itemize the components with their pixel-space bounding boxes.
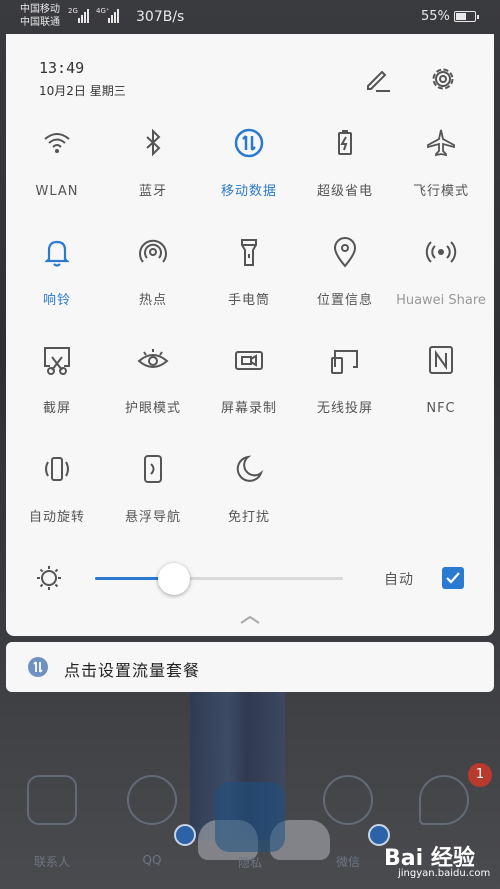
battery-percent: 55% <box>421 9 450 24</box>
huawei-share-icon <box>425 241 457 263</box>
notification-text: 点击设置流量套餐 <box>64 661 201 680</box>
eye-icon <box>137 349 169 368</box>
tile-screen-record[interactable]: 屏幕录制 <box>201 343 297 419</box>
messages-app-icon <box>419 775 469 825</box>
network-type: 2G <box>68 7 78 15</box>
brightness-slider-thumb[interactable] <box>158 563 191 595</box>
carrier-names: 中国移动 中国联通 <box>20 3 60 29</box>
battery-icon <box>454 11 479 22</box>
tile-label: 蓝牙 <box>138 184 167 199</box>
tile-label: 护眼模式 <box>124 401 181 416</box>
mobile-data-icon <box>28 657 48 677</box>
notification-badge: 1 <box>468 763 492 787</box>
battery-saver-icon <box>338 130 352 155</box>
check-icon <box>446 572 460 584</box>
data-plan-notification[interactable]: 点击设置流量套餐 <box>6 642 494 692</box>
tile-huawei-share[interactable]: Huawei Share <box>393 235 489 311</box>
dock-label: 微信 <box>335 855 360 869</box>
tile-label: 移动数据 <box>220 184 277 199</box>
clock-date: 10月2日 星期三 <box>39 84 126 98</box>
tile-nfc[interactable]: NFC <box>393 343 489 419</box>
signal-icon <box>78 9 89 23</box>
tile-battery-saver[interactable]: 超级省电 <box>297 126 393 202</box>
gear-icon[interactable] <box>428 64 458 94</box>
tile-label: 位置信息 <box>316 293 373 308</box>
auto-brightness-label: 自动 <box>384 572 414 588</box>
tile-label: NFC <box>426 401 456 416</box>
hotspot-icon <box>139 239 167 263</box>
network-type-1: 2G <box>68 7 78 15</box>
tile-bluetooth[interactable]: 蓝牙 <box>105 126 201 202</box>
tile-label: 响铃 <box>42 293 71 308</box>
dock-private[interactable]: 隐私 <box>220 826 280 871</box>
mobile-data-icon <box>234 128 264 158</box>
tile-label: 飞行模式 <box>412 184 469 199</box>
tile-do-not-disturb[interactable]: 免打扰 <box>201 452 297 528</box>
tile-floating-nav[interactable]: 悬浮导航 <box>105 452 201 528</box>
tile-label: Huawei Share <box>396 293 486 308</box>
dock-contacts[interactable]: 联系人 <box>22 775 82 870</box>
bell-icon <box>44 240 70 267</box>
brightness-icon <box>37 566 61 590</box>
dock-label: 隐私 <box>237 856 262 870</box>
tile-label: 无线投屏 <box>316 401 373 416</box>
status-bar: 中国移动 中国联通 2G 4G⁺ 307B/s 55% <box>0 0 500 34</box>
tile-label: WLAN <box>35 184 79 199</box>
tile-label: 悬浮导航 <box>124 510 181 525</box>
carrier-1: 中国移动 <box>20 4 60 15</box>
tile-mobile-data[interactable]: 移动数据 <box>201 126 297 202</box>
dock-wechat[interactable]: 微信 <box>318 775 378 870</box>
tile-auto-rotate[interactable]: 自动旋转 <box>9 452 105 528</box>
nfc-icon <box>429 346 453 374</box>
quick-settings-panel: 13:49 10月2日 星期三 WLAN 蓝牙 移动数据 超级省电 飞行模式 响… <box>6 34 494 636</box>
network-speed: 307B/s <box>136 9 185 25</box>
tile-location[interactable]: 位置信息 <box>297 235 393 311</box>
brightness-row: 自动 <box>6 561 494 597</box>
dock-label: 联系人 <box>33 855 70 869</box>
wireless-projection-icon <box>331 350 358 374</box>
tile-eye-comfort[interactable]: 护眼模式 <box>105 343 201 419</box>
clock-time: 13:49 <box>39 59 85 77</box>
tile-wireless-projection[interactable]: 无线投屏 <box>297 343 393 419</box>
watermark-url: jingyan.baidu.com <box>398 868 491 879</box>
tile-label: 手电筒 <box>227 293 270 308</box>
moon-icon <box>236 455 264 482</box>
tile-label: 免打扰 <box>227 510 270 525</box>
brightness-slider[interactable] <box>95 577 343 580</box>
tile-screenshot[interactable]: 截屏 <box>9 343 105 419</box>
tile-wlan[interactable]: WLAN <box>9 126 105 202</box>
tile-label: 热点 <box>138 293 167 308</box>
edit-icon[interactable] <box>362 64 392 94</box>
screen-record-icon <box>235 351 263 370</box>
tile-label: 截屏 <box>42 401 71 416</box>
location-icon <box>333 237 357 268</box>
tile-ring[interactable]: 响铃 <box>9 235 105 311</box>
tile-hotspot[interactable]: 热点 <box>105 235 201 311</box>
floating-nav-icon <box>144 455 162 483</box>
bluetooth-icon <box>146 128 161 157</box>
tile-label: 屏幕录制 <box>220 401 277 416</box>
screenshot-icon <box>44 347 70 375</box>
auto-rotate-icon <box>45 457 69 481</box>
dock-label: QQ <box>142 853 162 867</box>
wifi-icon <box>44 133 70 153</box>
carrier-2: 中国联通 <box>20 17 60 28</box>
wechat-app-icon <box>323 775 373 825</box>
flashlight-icon <box>241 239 257 266</box>
tile-label: 自动旋转 <box>28 510 85 525</box>
tile-flashlight[interactable]: 手电筒 <box>201 235 297 311</box>
signal-icon <box>108 9 119 23</box>
dock-qq[interactable]: QQ <box>122 775 182 867</box>
qq-app-icon <box>127 775 177 825</box>
contacts-app-icon <box>27 775 77 825</box>
chevron-up-icon[interactable] <box>238 612 262 626</box>
dock-messages[interactable] <box>414 775 474 825</box>
shield-icon <box>174 824 196 846</box>
tile-airplane-mode[interactable]: 飞行模式 <box>393 126 489 202</box>
auto-brightness-checkbox[interactable] <box>442 567 464 589</box>
airplane-icon <box>427 129 455 157</box>
tile-label: 超级省电 <box>316 184 373 199</box>
